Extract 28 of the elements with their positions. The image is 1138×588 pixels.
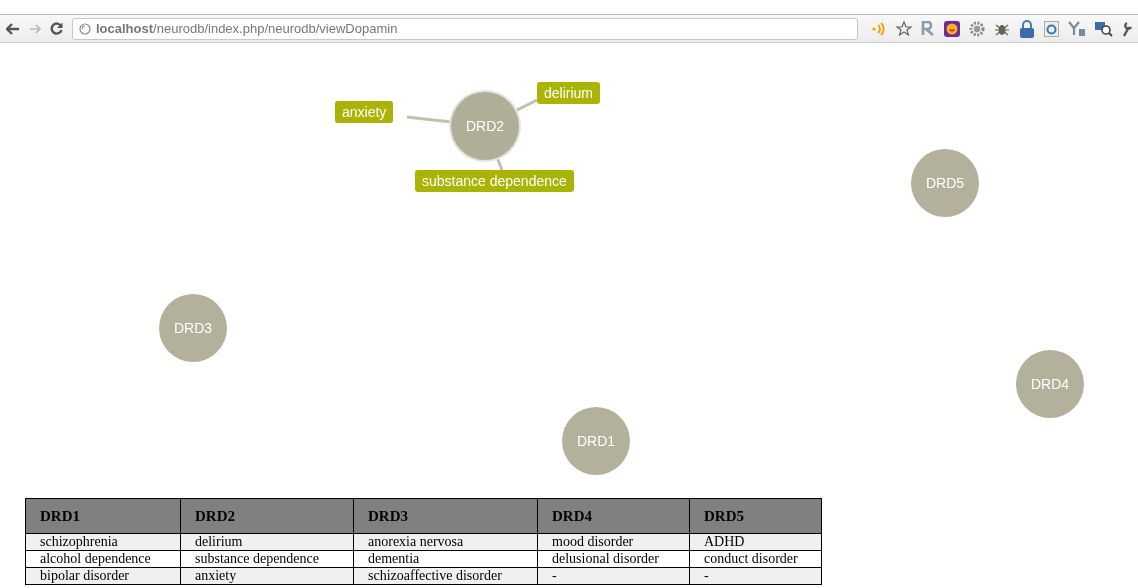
column-header: DRD4: [537, 498, 690, 534]
edge-line: [406, 115, 452, 124]
column-header: DRD3: [353, 498, 538, 534]
column-header: DRD2: [180, 498, 354, 534]
gene-node[interactable]: DRD1: [562, 407, 630, 475]
browser-icon[interactable]: [1044, 20, 1059, 37]
reload-icon[interactable]: [50, 22, 63, 35]
disorder-label[interactable]: delirium: [537, 82, 600, 104]
disorder-label[interactable]: substance dependence: [415, 170, 574, 192]
gene-node[interactable]: DRD3: [159, 294, 227, 362]
magnifier-icon[interactable]: [1095, 20, 1113, 37]
gene-node[interactable]: DRD2: [451, 92, 519, 160]
gene-node[interactable]: DRD4: [1016, 350, 1084, 418]
address-bar[interactable]: localhost/neurodb/index.php/neurodb/viewDopamin: [72, 17, 858, 40]
column-header: DRD5: [689, 498, 822, 534]
edge-line: [514, 98, 538, 113]
extension-icon[interactable]: [1068, 20, 1086, 37]
gene-node[interactable]: DRD5: [911, 149, 979, 217]
gear-icon[interactable]: [969, 20, 985, 37]
page-icon: [79, 22, 91, 35]
smiley-icon[interactable]: [944, 20, 960, 37]
column-header: DRD1: [25, 498, 181, 534]
wrench-icon[interactable]: [1122, 20, 1132, 37]
lock-icon[interactable]: [1019, 19, 1035, 38]
back-icon[interactable]: [6, 22, 20, 35]
star-icon[interactable]: [896, 21, 912, 36]
extension-icon[interactable]: [921, 21, 935, 36]
disorder-label[interactable]: anxiety: [335, 101, 394, 123]
